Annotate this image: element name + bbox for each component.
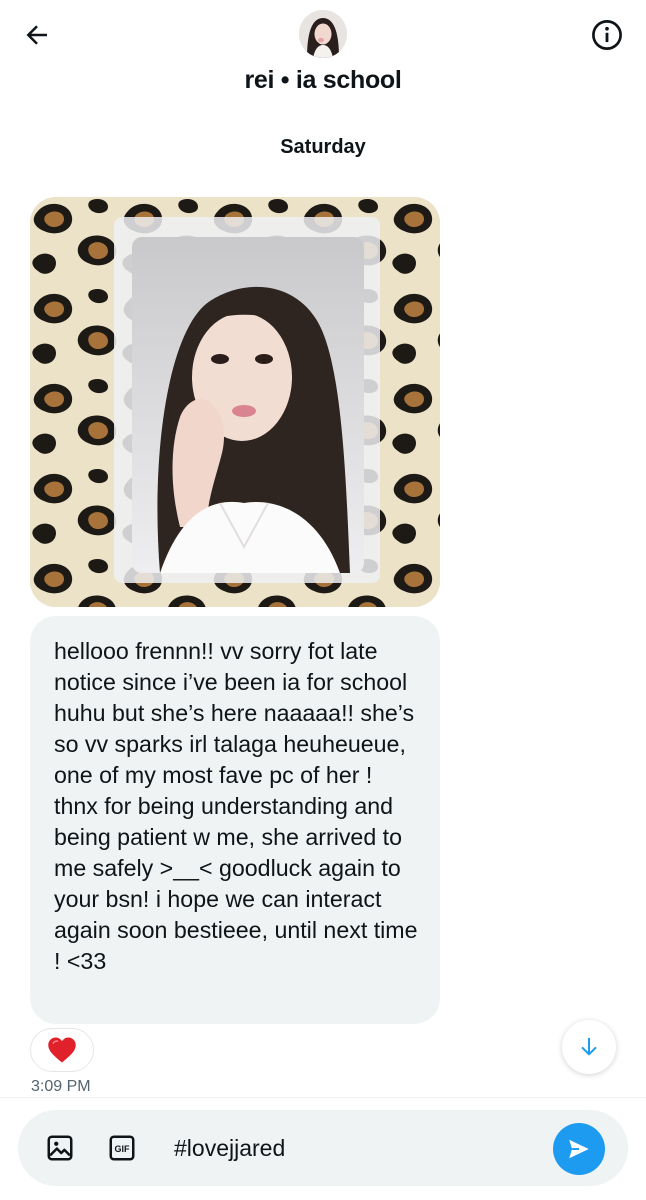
svg-text:GIF: GIF (115, 1144, 131, 1154)
send-icon (569, 1139, 589, 1159)
message-timestamp: 3:09 PM (31, 1078, 91, 1095)
day-separator: Saturday (280, 136, 366, 158)
send-button[interactable] (553, 1123, 605, 1175)
message-composer: GIF (18, 1110, 628, 1186)
add-gif-button[interactable]: GIF (104, 1130, 140, 1166)
image-icon (47, 1135, 73, 1161)
conversation-header: rei • ia school (0, 0, 646, 112)
info-button[interactable] (586, 14, 628, 56)
photocard-image (30, 197, 440, 607)
back-button[interactable] (16, 14, 58, 56)
avatar[interactable] (299, 10, 347, 58)
message-input[interactable] (174, 1132, 534, 1164)
arrow-down-icon (581, 1037, 597, 1056)
scroll-to-bottom-button[interactable] (562, 1020, 616, 1074)
heart-reaction-icon (48, 1037, 76, 1063)
avatar-image (299, 10, 347, 58)
conversation-title: rei • ia school (244, 66, 402, 94)
info-circle-icon (592, 20, 622, 50)
add-media-button[interactable] (42, 1130, 78, 1166)
image-message[interactable] (30, 197, 440, 607)
message-bubble[interactable]: hellooo frennn!! vv sorry fot late notic… (30, 616, 440, 1024)
message-text: hellooo frennn!! vv sorry fot late notic… (54, 638, 418, 974)
gif-icon: GIF (109, 1135, 135, 1161)
composer-divider (0, 1097, 646, 1098)
arrow-left-icon (26, 25, 47, 45)
reaction-badge[interactable] (30, 1028, 94, 1072)
